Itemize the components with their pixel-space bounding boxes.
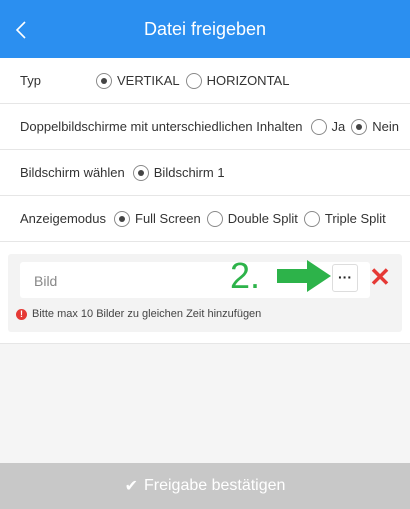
radio-label: Double Split bbox=[227, 211, 298, 226]
radio-ja[interactable]: Ja bbox=[310, 118, 346, 135]
radio-circle bbox=[185, 72, 202, 89]
radio-circle bbox=[96, 72, 112, 89]
radio-double-split[interactable]: Double Split bbox=[206, 210, 298, 227]
radio-circle bbox=[351, 118, 368, 135]
row-doppelbildschirme: Doppelbildschirme mit unterschiedlichen … bbox=[0, 104, 410, 150]
confirm-share-button[interactable]: ✔ Freigabe bestätigen bbox=[0, 463, 410, 509]
check-icon: ✔ bbox=[124, 478, 138, 495]
radio-circle bbox=[206, 210, 223, 227]
upload-hint: ! Bitte max 10 Bilder zu gleichen Zeit h… bbox=[16, 308, 261, 320]
radio-full-screen[interactable]: Full Screen bbox=[114, 210, 201, 227]
radio-circle bbox=[310, 118, 327, 135]
form: Typ VERTIKAL HORIZONTAL Doppelbildschirm… bbox=[0, 58, 410, 344]
radio-label: Ja bbox=[331, 119, 346, 134]
radio-label: Triple Split bbox=[324, 211, 386, 226]
confirm-share-label: Freigabe bestätigen bbox=[143, 477, 286, 494]
more-options-button[interactable]: ··· bbox=[332, 264, 358, 292]
row-bildschirm: Bildschirm wählen Bildschirm 1 bbox=[0, 150, 410, 196]
image-input-placeholder: Bild bbox=[34, 273, 58, 289]
radio-label: Bildschirm 1 bbox=[153, 165, 225, 180]
arrow-right-icon bbox=[277, 260, 331, 292]
radio-circle bbox=[132, 164, 149, 181]
image-upload-section: Bild 2. ··· ✕ ! Bitte max 10 Bilder zu g… bbox=[0, 242, 410, 344]
radio-bildschirm-1[interactable]: Bildschirm 1 bbox=[132, 164, 225, 181]
radio-label: VERTIKAL bbox=[117, 73, 180, 88]
doppel-label: Doppelbildschirme mit unterschiedlichen … bbox=[20, 119, 303, 134]
page-title: Datei freigeben bbox=[143, 19, 267, 39]
radio-circle bbox=[114, 210, 130, 227]
radio-vertikal[interactable]: VERTIKAL bbox=[96, 72, 180, 89]
row-anzeigemodus: Anzeigemodus Full Screen Double Split Tr… bbox=[0, 196, 410, 242]
radio-label: Full Screen bbox=[135, 211, 201, 226]
row-typ: Typ VERTIKAL HORIZONTAL bbox=[0, 58, 410, 104]
anzeige-label: Anzeigemodus bbox=[20, 211, 106, 226]
radio-nein[interactable]: Nein bbox=[351, 118, 400, 135]
radio-triple-split[interactable]: Triple Split bbox=[303, 210, 386, 227]
bildschirm-label: Bildschirm wählen bbox=[20, 165, 125, 180]
image-upload-box: Bild 2. ··· ✕ ! Bitte max 10 Bilder zu g… bbox=[8, 254, 402, 332]
radio-label: HORIZONTAL bbox=[206, 73, 290, 88]
header-bar: Datei freigeben bbox=[0, 0, 410, 58]
radio-horizontal[interactable]: HORIZONTAL bbox=[185, 72, 290, 89]
radio-circle bbox=[303, 210, 320, 227]
step-number-annotation: 2. bbox=[230, 255, 261, 296]
typ-label: Typ bbox=[20, 73, 41, 88]
radio-label: Nein bbox=[372, 119, 400, 134]
delete-button[interactable]: ✕ bbox=[368, 262, 392, 292]
warning-icon: ! bbox=[16, 308, 27, 320]
upload-hint-text: Bitte max 10 Bilder zu gleichen Zeit hin… bbox=[32, 308, 262, 320]
